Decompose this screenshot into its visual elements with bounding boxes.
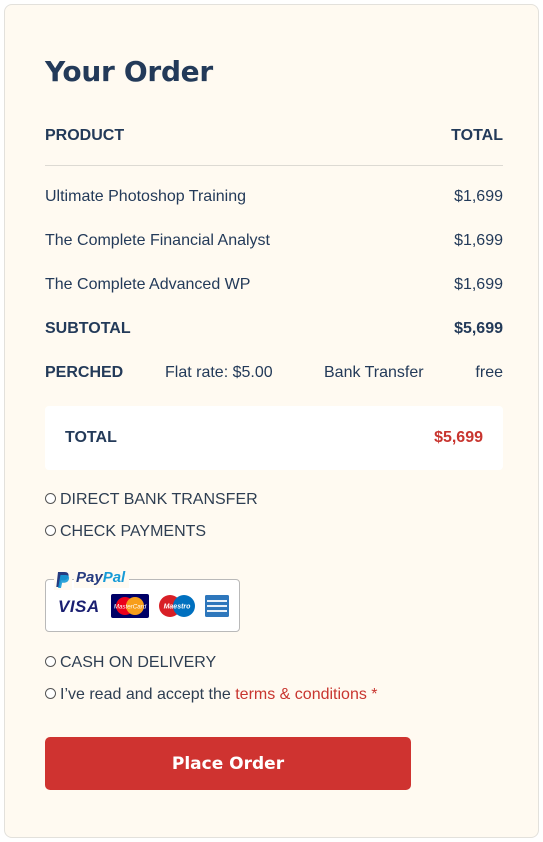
terms-link[interactable]: terms & conditions * xyxy=(235,686,377,703)
total-value: $5,699 xyxy=(434,429,483,446)
radio-button[interactable] xyxy=(45,688,56,699)
order-item-price: $1,699 xyxy=(454,276,503,293)
total-label: TOTAL xyxy=(65,429,117,446)
order-item-price: $1,699 xyxy=(454,232,503,249)
subtotal-label: SUBTOTAL xyxy=(45,320,131,337)
shipping-free: free xyxy=(475,364,503,381)
payment-option-check[interactable]: CHECK PAYMENTS xyxy=(45,521,206,543)
radio-button[interactable] xyxy=(45,493,56,504)
subtotal-row: SUBTOTAL $5,699 xyxy=(45,317,503,341)
paypal-option[interactable]: PayPal VISA MasterCard Maestro xyxy=(45,568,240,632)
order-item-row: The Complete Advanced WP $1,699 xyxy=(45,273,503,297)
svg-text:Maestro: Maestro xyxy=(164,604,192,611)
order-item-price: $1,699 xyxy=(454,188,503,205)
paypal-wordmark: PayPal xyxy=(74,568,130,588)
svg-text:MasterCard: MasterCard xyxy=(114,604,147,611)
shipping-row: PERCHED Flat rate: $5.00 Bank Transfer f… xyxy=(45,361,503,385)
payment-option-cod[interactable]: CASH ON DELIVERY xyxy=(45,652,216,674)
order-item-row: The Complete Financial Analyst $1,699 xyxy=(45,229,503,253)
shipping-label: PERCHED xyxy=(45,364,124,381)
payment-option-label: CASH ON DELIVERY xyxy=(60,654,217,671)
terms-text: I’ve read and accept the xyxy=(60,686,236,703)
column-header-total: TOTAL xyxy=(451,127,503,144)
terms-checkbox-row[interactable]: I’ve read and accept the terms & conditi… xyxy=(45,684,378,706)
shipping-flat-rate: Flat rate: $5.00 xyxy=(165,364,273,381)
column-header-product: PRODUCT xyxy=(45,127,125,144)
radio-button[interactable] xyxy=(45,525,56,536)
payment-option-bank-transfer[interactable]: DIRECT BANK TRANSFER xyxy=(45,489,258,511)
radio-button[interactable] xyxy=(45,656,56,667)
order-item-name: The Complete Advanced WP xyxy=(45,276,251,293)
order-item-name: Ultimate Photoshop Training xyxy=(45,188,246,205)
total-box: TOTAL $5,699 xyxy=(45,406,503,470)
order-item-name: The Complete Financial Analyst xyxy=(45,232,270,249)
paypal-logo-icon xyxy=(54,570,72,590)
visa-icon: VISA xyxy=(58,597,100,616)
divider xyxy=(45,165,503,166)
place-order-button[interactable]: Place Order xyxy=(45,737,411,790)
table-header: PRODUCT TOTAL xyxy=(45,124,503,148)
shipping-bank-transfer: Bank Transfer xyxy=(324,364,424,381)
order-summary-card: Your Order PRODUCT TOTAL Ultimate Photos… xyxy=(4,4,539,838)
amex-icon xyxy=(205,595,229,617)
payment-option-label: DIRECT BANK TRANSFER xyxy=(60,491,258,508)
subtotal-value: $5,699 xyxy=(454,320,503,337)
maestro-icon: Maestro xyxy=(159,595,195,617)
payment-option-label: CHECK PAYMENTS xyxy=(60,523,207,540)
page-title: Your Order xyxy=(45,55,213,88)
mastercard-icon: MasterCard xyxy=(111,594,149,618)
order-item-row: Ultimate Photoshop Training $1,699 xyxy=(45,185,503,209)
